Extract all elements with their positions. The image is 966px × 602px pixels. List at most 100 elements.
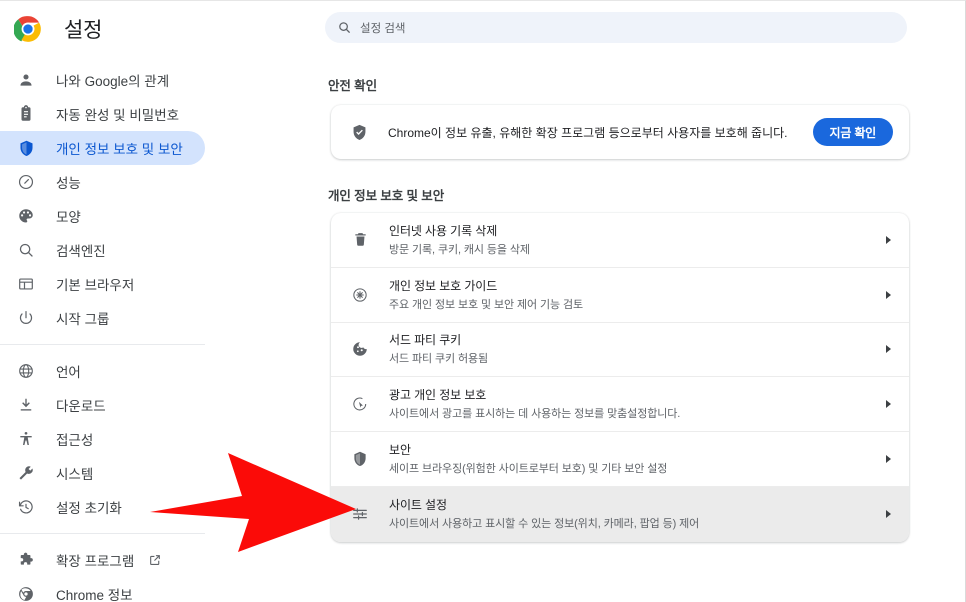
wrench-icon [16, 463, 36, 483]
chevron-right-icon [886, 345, 891, 354]
row-ad-privacy[interactable]: 광고 개인 정보 보호 사이트에서 광고를 표시하는 데 사용하는 정보를 맞춤… [331, 377, 909, 433]
row-third-party-cookies[interactable]: 서드 파티 쿠키 서드 파티 쿠키 허용됨 [331, 323, 909, 378]
settings-page: 설정 나와 Google의 관계 자동 완성 및 비밀번호 개인 정보 보호 및… [0, 0, 966, 602]
row-text: 인터넷 사용 기록 삭제 방문 기록, 쿠키, 캐시 등을 삭제 [389, 222, 886, 258]
sidebar: 설정 나와 Google의 관계 자동 완성 및 비밀번호 개인 정보 보호 및… [0, 1, 300, 602]
accessibility-icon [16, 429, 36, 449]
row-text: 사이트 설정 사이트에서 사용하고 표시할 수 있는 정보(위치, 카메라, 팝… [389, 496, 886, 532]
browser-window-icon [16, 274, 36, 294]
chrome-logo-icon [13, 15, 42, 43]
sidebar-item-label: 나와 Google의 관계 [56, 74, 170, 89]
row-clear-browsing-data[interactable]: 인터넷 사용 기록 삭제 방문 기록, 쿠키, 캐시 등을 삭제 [331, 213, 909, 268]
sidebar-item-label: 다운로드 [56, 399, 106, 414]
sidebar-divider-2 [0, 533, 205, 534]
search-icon [16, 240, 36, 260]
sidebar-item-label: 언어 [56, 365, 81, 380]
row-title: 서드 파티 쿠키 [389, 333, 462, 348]
row-title: 광고 개인 정보 보호 [389, 388, 487, 403]
clipboard-icon [16, 104, 36, 124]
sidebar-item-appearance[interactable]: 모양 [0, 199, 205, 233]
sidebar-item-privacy-security[interactable]: 개인 정보 보호 및 보안 [0, 131, 205, 165]
sidebar-item-autofill[interactable]: 자동 완성 및 비밀번호 [0, 97, 205, 131]
row-text: 보안 세이프 브라우징(위험한 사이트로부터 보호) 및 기타 보안 설정 [389, 441, 886, 477]
sidebar-item-label: Chrome 정보 [56, 588, 133, 602]
row-subtitle: 서드 파티 쿠키 허용됨 [389, 353, 489, 366]
row-site-settings[interactable]: 사이트 설정 사이트에서 사용하고 표시할 수 있는 정보(위치, 카메라, 팝… [331, 486, 909, 542]
row-text: 개인 정보 보호 가이드 주요 개인 정보 보호 및 보안 제어 기능 검토 [389, 277, 886, 313]
puzzle-piece-icon [16, 550, 36, 570]
trash-icon [350, 230, 370, 250]
sidebar-item-on-startup[interactable]: 시작 그룹 [0, 301, 205, 335]
chevron-right-icon [886, 290, 891, 299]
search-placeholder: 설정 검색 [360, 22, 406, 35]
row-subtitle: 세이프 브라우징(위험한 사이트로부터 보호) 및 기타 보안 설정 [389, 463, 668, 476]
row-title: 보안 [389, 443, 411, 458]
sidebar-item-label: 시작 그룹 [56, 312, 110, 327]
safety-check-message: Chrome이 정보 유출, 유해한 확장 프로그램 등으로부터 사용자를 보호… [388, 125, 788, 140]
sidebar-item-google[interactable]: 나와 Google의 관계 [0, 63, 205, 97]
sidebar-item-label: 확장 프로그램 [56, 554, 135, 569]
row-title: 개인 정보 보호 가이드 [389, 278, 498, 293]
sidebar-item-extensions[interactable]: 확장 프로그램 [0, 543, 205, 577]
sidebar-item-label: 성능 [56, 176, 81, 191]
check-now-button[interactable]: 지금 확인 [812, 118, 893, 146]
page-title: 설정 [64, 19, 103, 42]
sidebar-item-downloads[interactable]: 다운로드 [0, 388, 205, 422]
tune-sliders-icon [350, 504, 370, 524]
sidebar-item-search-engine[interactable]: 검색엔진 [0, 233, 205, 267]
speedometer-icon [16, 172, 36, 192]
power-icon [16, 308, 36, 328]
main-content: 설정 검색 안전 확인 Chrome이 정보 유출, 유해한 확장 프로그램 등… [300, 1, 965, 602]
privacy-guide-icon [350, 285, 370, 305]
globe-icon [16, 361, 36, 381]
row-text: 광고 개인 정보 보호 사이트에서 광고를 표시하는 데 사용하는 정보를 맞춤… [389, 386, 886, 422]
row-title: 사이트 설정 [389, 498, 447, 513]
sidebar-item-label: 시스템 [56, 467, 94, 482]
sidebar-item-label: 검색엔진 [56, 244, 106, 259]
safety-check-heading: 안전 확인 [328, 79, 377, 93]
download-icon [16, 395, 36, 415]
brand-header: 설정 [0, 1, 300, 57]
sidebar-group-primary: 나와 Google의 관계 자동 완성 및 비밀번호 개인 정보 보호 및 보안… [0, 57, 300, 335]
chevron-right-icon [886, 400, 891, 409]
row-subtitle: 사이트에서 광고를 표시하는 데 사용하는 정보를 맞춤설정합니다. [389, 408, 681, 421]
chevron-right-icon [886, 235, 891, 244]
chrome-circle-icon [16, 584, 36, 602]
sidebar-item-accessibility[interactable]: 접근성 [0, 422, 205, 456]
external-link-icon [148, 553, 162, 567]
shield-icon [350, 449, 370, 469]
chevron-right-icon [886, 455, 891, 464]
sidebar-item-label: 기본 브라우저 [56, 278, 135, 293]
history-restore-icon [16, 497, 36, 517]
row-subtitle: 방문 기록, 쿠키, 캐시 등을 삭제 [389, 243, 530, 256]
sidebar-item-label: 개인 정보 보호 및 보안 [56, 142, 183, 157]
sidebar-item-label: 모양 [56, 210, 81, 225]
shield-check-icon [350, 123, 369, 142]
sidebar-item-label: 설정 초기화 [56, 501, 122, 516]
cookie-icon [350, 339, 370, 359]
sidebar-group-secondary: 언어 다운로드 접근성 시스템 설정 초기화 [0, 354, 300, 524]
sidebar-item-performance[interactable]: 성능 [0, 165, 205, 199]
chevron-right-icon [886, 510, 891, 519]
privacy-settings-card: 인터넷 사용 기록 삭제 방문 기록, 쿠키, 캐시 등을 삭제 개인 정보 보… [331, 213, 909, 542]
sidebar-item-label: 자동 완성 및 비밀번호 [56, 108, 180, 123]
shield-icon [16, 138, 36, 158]
sidebar-divider-1 [0, 344, 205, 345]
sidebar-item-label: 접근성 [56, 433, 94, 448]
search-input[interactable]: 설정 검색 [325, 12, 907, 43]
safety-check-card: Chrome이 정보 유출, 유해한 확장 프로그램 등으로부터 사용자를 보호… [331, 105, 909, 159]
row-security[interactable]: 보안 세이프 브라우징(위험한 사이트로부터 보호) 및 기타 보안 설정 [331, 432, 909, 487]
row-subtitle: 주요 개인 정보 보호 및 보안 제어 기능 검토 [389, 298, 583, 311]
sidebar-group-footer: 확장 프로그램 Chrome 정보 [0, 543, 300, 602]
ad-privacy-icon [350, 394, 370, 414]
palette-icon [16, 206, 36, 226]
sidebar-item-languages[interactable]: 언어 [0, 354, 205, 388]
search-icon [337, 20, 352, 35]
sidebar-item-about-chrome[interactable]: Chrome 정보 [0, 577, 205, 602]
sidebar-item-default-browser[interactable]: 기본 브라우저 [0, 267, 205, 301]
sidebar-item-reset-settings[interactable]: 설정 초기화 [0, 490, 205, 524]
sidebar-item-system[interactable]: 시스템 [0, 456, 205, 490]
row-privacy-guide[interactable]: 개인 정보 보호 가이드 주요 개인 정보 보호 및 보안 제어 기능 검토 [331, 268, 909, 323]
privacy-heading: 개인 정보 보호 및 보안 [328, 189, 445, 203]
row-title: 인터넷 사용 기록 삭제 [389, 223, 498, 238]
